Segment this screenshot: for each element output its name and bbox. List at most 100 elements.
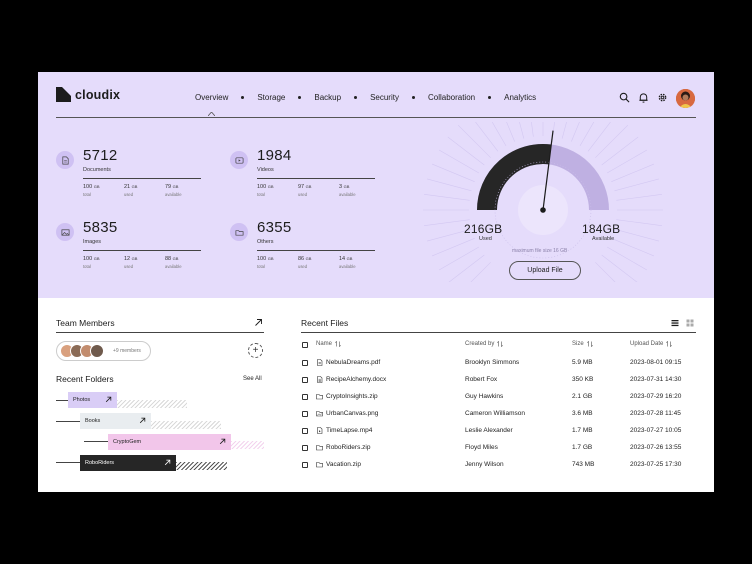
team-avatars[interactable]: +9 members [56,341,151,361]
stat-total-value: 100 [257,256,267,262]
row-checkbox[interactable] [302,445,308,451]
brand-name: cloudix [75,87,121,102]
column-label: Upload Date [630,341,664,347]
nav-overview[interactable]: Overview [195,93,228,102]
pdf-file-icon [317,359,323,366]
gauge-ray [519,122,525,139]
arrow-up-right-icon [164,459,171,466]
stat-used: 12 GB [124,256,137,262]
row-checkbox[interactable] [302,394,308,400]
nav-collaboration[interactable]: Collaboration [428,93,475,102]
folder-tree-line [56,421,80,422]
nav-storage[interactable]: Storage [257,93,285,102]
add-member-button[interactable]: + [248,343,263,358]
video-icon [230,151,248,169]
folder-cryptogem[interactable]: CryptoGem [108,434,231,450]
stat-available-caption: available [339,192,356,197]
stat-total-value: 100 [83,256,93,262]
search-icon[interactable] [619,92,630,103]
file-name-cell[interactable]: RecipeAlchemy.docx [316,376,386,383]
header-divider [56,117,696,118]
arrow-up-right-icon [219,438,226,445]
gear-icon[interactable] [657,92,668,103]
stat-total-value: 100 [83,184,93,190]
nav-backup[interactable]: Backup [314,93,341,102]
row-checkbox[interactable] [302,360,308,366]
row-checkbox[interactable] [302,428,308,434]
stat-total: 100 GB [257,184,274,190]
column-header-size[interactable]: Size [572,341,593,347]
created-by-cell: Brooklyn Simmons [465,359,520,366]
file-name: RoboRiders.zip [326,444,371,451]
unit: GB [93,184,100,189]
folder-name: Photos [73,397,91,403]
sort-icon [335,341,341,347]
folder-books[interactable]: Books [80,413,151,429]
size-cell: 743 MB [572,461,595,468]
stat-available-caption: available [339,264,356,269]
gauge-ray [531,122,534,137]
see-all-link[interactable]: See All [243,376,262,382]
stat-total-value: 100 [257,184,267,190]
stat-used: 86 GB [298,256,311,262]
divider [257,250,375,251]
gauge-ray [587,122,611,152]
sort-icon [497,341,504,347]
stat-videos: 1984 Videos 100 GB total 97 GB used 3 GB… [230,147,375,203]
stat-total-caption: total [257,264,265,269]
stat-total: 100 GB [257,256,274,262]
gauge-ray [595,262,616,282]
arrow-up-right-icon [139,417,146,424]
folder-usage-hatch [231,441,264,449]
stat-images: 5835 Images 100 GB total 12 GB used 88 G… [56,219,201,275]
size-cell: 2.1 GB [572,393,593,400]
stat-used-caption: used [124,192,134,197]
divider [257,178,375,179]
column-header-name[interactable]: Name [316,341,341,347]
column-header-created-by[interactable]: Created by [465,341,504,347]
arrow-up-right-icon[interactable] [254,318,263,327]
main-nav: Overview Storage Backup Security Collabo… [195,93,536,102]
row-checkbox[interactable] [302,462,308,468]
file-name-cell[interactable]: NebulaDreams.pdf [316,359,380,366]
stat-used-value: 12 [124,256,131,262]
upload-date-cell: 2023-07-26 13:55 [630,444,682,451]
bell-icon[interactable] [638,92,649,103]
folder-photos[interactable]: Photos [68,392,117,408]
user-avatar[interactable] [676,89,695,108]
stat-available-value: 14 [339,256,346,262]
logo[interactable]: cloudix [56,87,120,102]
file-name-cell[interactable]: UrbanCanvas.png [316,410,378,417]
created-by-cell: Leslie Alexander [465,427,513,434]
row-checkbox[interactable] [302,411,308,417]
gauge-ray [423,194,470,201]
folder-roboriders[interactable]: RoboRiders [80,455,176,471]
video-file-icon [317,427,323,434]
gauge-ray [491,122,507,147]
upload-file-button[interactable]: Upload File [509,261,581,280]
unit: GB [267,256,274,261]
nav-security[interactable]: Security [370,93,399,102]
upload-date-cell: 2023-07-31 14:30 [630,376,682,383]
row-checkbox[interactable] [302,377,308,383]
size-cell: 1.7 GB [572,444,593,451]
stat-used-value: 86 [298,256,305,262]
select-all-checkbox[interactable] [302,342,308,348]
gauge-ray [595,124,629,158]
overview-panel: cloudix Overview Storage Backup Security… [38,72,714,298]
nav-analytics[interactable]: Analytics [504,93,536,102]
stat-available: 79 GB [165,184,178,190]
folder-usage-hatch [151,421,221,429]
zip-file-icon [316,462,323,468]
file-name-cell[interactable]: RoboRiders.zip [316,444,370,451]
file-name-cell[interactable]: TimeLapse.mp4 [316,427,372,434]
column-header-upload-date[interactable]: Upload Date [630,341,673,347]
nav-separator [298,96,302,99]
file-name-cell[interactable]: Vacation.zip [316,461,361,468]
grid-view-icon[interactable] [686,319,694,327]
file-name-cell[interactable]: CryptoInsights.zip [316,393,378,400]
list-view-icon[interactable] [671,319,679,327]
recent-folders-title: Recent Folders [56,374,114,384]
doc-file-icon [317,376,323,383]
file-name: NebulaDreams.pdf [326,359,381,366]
